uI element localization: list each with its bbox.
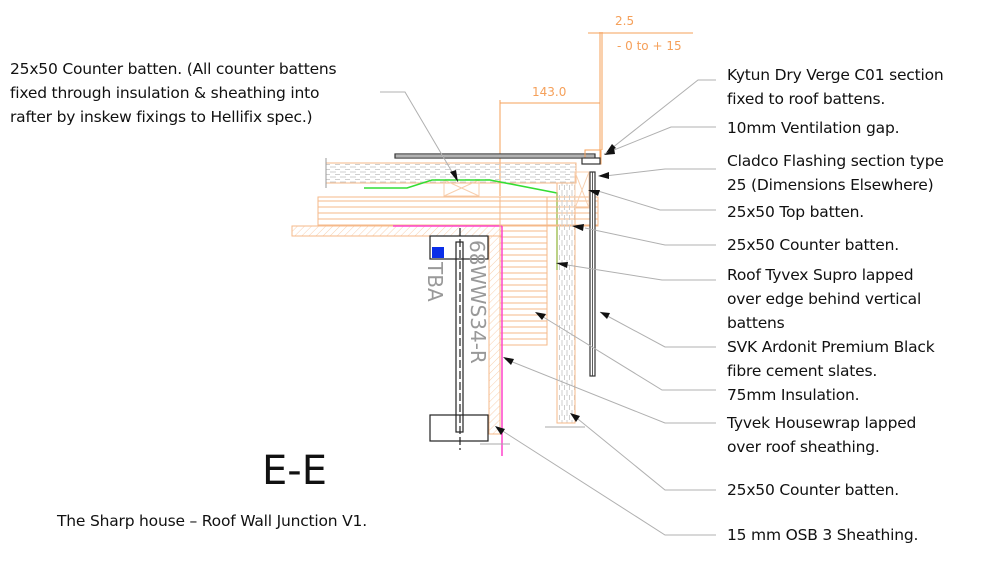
arrow-slates: [600, 312, 610, 319]
label-tyvek-housewrap: Tyvek Housewrap lapped over roof sheathi…: [727, 411, 916, 459]
leader-verge: [606, 79, 716, 153]
rafter: [317, 196, 599, 227]
label-roof-tyvex-supro: Roof Tyvex Supro lapped over edge behind…: [727, 263, 921, 335]
label-line: Tyvek Housewrap lapped: [727, 414, 917, 432]
label-line: Kytun Dry Verge C01 section: [727, 66, 944, 84]
label-line: 25x50 Counter batten.: [727, 236, 899, 254]
window-size-tag: 68: [465, 240, 489, 265]
label-line: 75mm Insulation.: [727, 386, 860, 404]
roof-assembly: [291, 153, 599, 270]
blue-marker: [432, 247, 444, 258]
left-note-line: rafter by inskew fixings to Hellifix spe…: [10, 108, 313, 126]
label-osb-sheathing: 15 mm OSB 3 Sheathing.: [727, 523, 918, 547]
window-mullion: [455, 241, 464, 433]
label-line: 25 (Dimensions Elsewhere): [727, 176, 934, 194]
label-line: Roof Tyvex Supro lapped: [727, 266, 914, 284]
label-svk-slates: SVK Ardonit Premium Black fibre cement s…: [727, 335, 935, 383]
drawing-caption: The Sharp house – Roof Wall Junction V1.: [57, 512, 367, 530]
window-ref-tag: WWS34-R: [466, 265, 490, 364]
label-line: 10mm Ventilation gap.: [727, 119, 900, 137]
section-title: E-E: [262, 448, 327, 494]
dim-top-value: 2.5: [615, 14, 634, 28]
leader-flashing: [604, 168, 716, 177]
arrow-flashing: [598, 172, 609, 179]
window-sill-box: [429, 414, 489, 442]
label-ventilation-gap: 10mm Ventilation gap.: [727, 116, 900, 140]
dim-width-value: 143.0: [532, 85, 566, 99]
label-line: over roof sheathing.: [727, 438, 880, 456]
leader-lines: [380, 79, 716, 536]
label-counter-batten-1: 25x50 Counter batten.: [727, 233, 899, 257]
left-note-line: 25x50 Counter batten. (All counter batte…: [10, 60, 337, 78]
verge-section: [581, 157, 601, 165]
label-kytun-dry-verge: Kytun Dry Verge C01 section fixed to roo…: [727, 63, 944, 111]
label-line: fixed to roof battens.: [727, 90, 886, 108]
label-counter-batten-2: 25x50 Counter batten.: [727, 478, 899, 502]
label-insulation: 75mm Insulation.: [727, 383, 860, 407]
label-top-batten: 25x50 Top batten.: [727, 200, 864, 224]
leader-tyvex-supro: [560, 263, 716, 281]
label-cladco-flashing: Cladco Flashing section type 25 (Dimensi…: [727, 149, 944, 197]
window-note-tag: TBA: [423, 261, 447, 302]
leader-counter-batten-2: [572, 414, 716, 491]
wall-plate: [499, 196, 548, 346]
label-line: Cladco Flashing section type: [727, 152, 944, 170]
left-note-line: fixed through insulation & sheathing int…: [10, 84, 320, 102]
leader-osb: [497, 427, 716, 536]
arrow-housewrap: [503, 357, 514, 365]
left-note-counter-batten: 25x50 Counter batten. (All counter batte…: [10, 57, 337, 129]
leader-top-batten: [597, 190, 716, 211]
label-line: 25x50 Top batten.: [727, 203, 865, 221]
label-line: fibre cement slates.: [727, 362, 878, 380]
osb-sheathing-roof: [291, 225, 503, 237]
label-line: SVK Ardonit Premium Black: [727, 338, 935, 356]
label-line: 15 mm OSB 3 Sheathing.: [727, 526, 919, 544]
label-line: battens: [727, 314, 785, 332]
leader-counter-batten-1: [584, 227, 716, 246]
label-line: over edge behind vertical: [727, 290, 922, 308]
leader-housewrap: [504, 358, 716, 424]
wall-insulation: [556, 182, 576, 424]
leader-slates: [599, 311, 716, 348]
dim-tolerance: - 0 to + 15: [617, 39, 682, 53]
wall-assembly: [480, 149, 602, 456]
label-line: 25x50 Counter batten.: [727, 481, 899, 499]
